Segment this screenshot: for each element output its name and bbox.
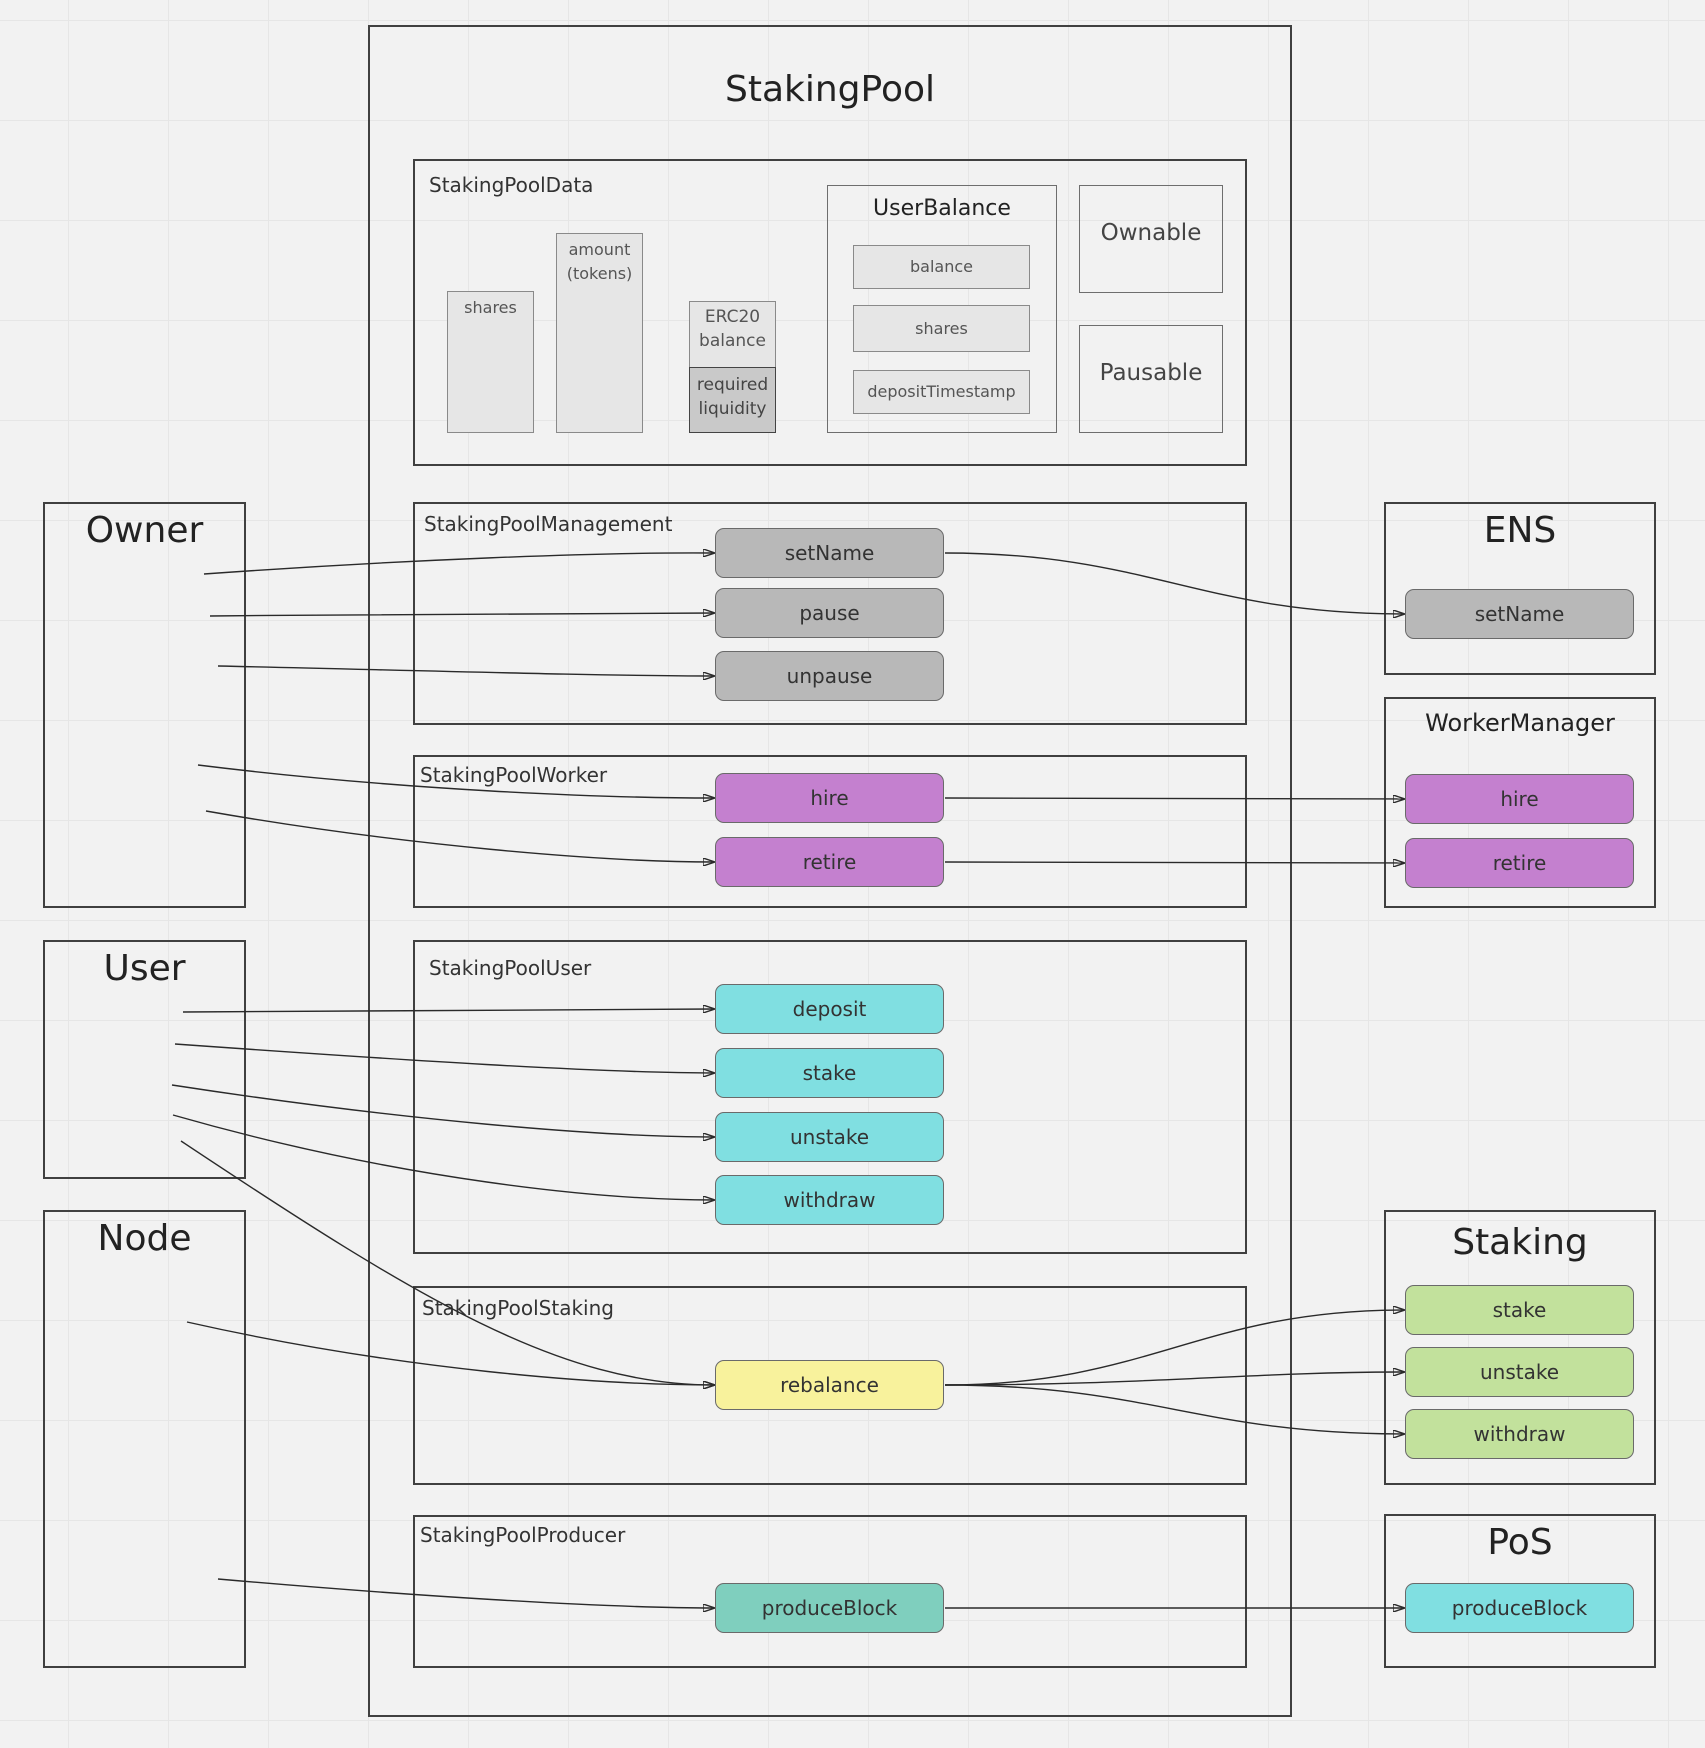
unstake-function[interactable]: unstake (715, 1112, 944, 1162)
erc20-balance-field: ERC20 balance (689, 301, 776, 368)
user-balance-title: UserBalance (873, 196, 1011, 221)
ens-title: ENS (1483, 510, 1557, 551)
ownable-box: Ownable (1079, 185, 1223, 293)
staking-stake-function[interactable]: stake (1405, 1285, 1634, 1335)
shares-field: shares (447, 291, 534, 433)
section-title: StakingPoolProducer (420, 1523, 626, 1547)
worker-manager-hire-function[interactable]: hire (1405, 774, 1634, 824)
node-label: Node (97, 1218, 192, 1259)
user-balance-field: balance (853, 245, 1030, 289)
staking-unstake-function[interactable]: unstake (1405, 1347, 1634, 1397)
node-actor: Node (43, 1210, 246, 1668)
unpause-function[interactable]: unpause (715, 651, 944, 701)
required-liquidity-field: required liquidity (689, 367, 776, 433)
section-title: StakingPoolWorker (420, 763, 608, 787)
rebalance-function[interactable]: rebalance (715, 1360, 944, 1410)
ens-setname-function[interactable]: setName (1405, 589, 1634, 639)
owner-actor: Owner (43, 502, 246, 908)
pausable-box: Pausable (1079, 325, 1223, 433)
pos-produceblock-function[interactable]: produceBlock (1405, 1583, 1634, 1633)
stake-function[interactable]: stake (715, 1048, 944, 1098)
user-label: User (103, 948, 186, 989)
section-title: StakingPoolStaking (422, 1296, 614, 1320)
amount-tokens-field: amount (tokens) (556, 233, 643, 433)
section-title: StakingPoolUser (429, 956, 592, 980)
pausable-label: Pausable (1099, 360, 1203, 386)
user-balance-field: shares (853, 305, 1030, 352)
setname-function[interactable]: setName (715, 528, 944, 578)
user-balance-field: depositTimestamp (853, 370, 1030, 414)
owner-label: Owner (85, 510, 204, 551)
staking-withdraw-function[interactable]: withdraw (1405, 1409, 1634, 1459)
user-actor: User (43, 940, 246, 1179)
staking-title: Staking (1452, 1222, 1588, 1263)
produceblock-function[interactable]: produceBlock (715, 1583, 944, 1633)
pos-title: PoS (1487, 1522, 1553, 1563)
worker-manager-title: WorkerManager (1425, 709, 1615, 737)
staking-pool-title: StakingPool (724, 69, 936, 110)
withdraw-function[interactable]: withdraw (715, 1175, 944, 1225)
hire-function[interactable]: hire (715, 773, 944, 823)
section-title: StakingPoolManagement (424, 512, 673, 536)
retire-function[interactable]: retire (715, 837, 944, 887)
deposit-function[interactable]: deposit (715, 984, 944, 1034)
worker-manager-retire-function[interactable]: retire (1405, 838, 1634, 888)
section-title: StakingPoolData (429, 173, 594, 197)
pause-function[interactable]: pause (715, 588, 944, 638)
ownable-label: Ownable (1100, 220, 1202, 246)
